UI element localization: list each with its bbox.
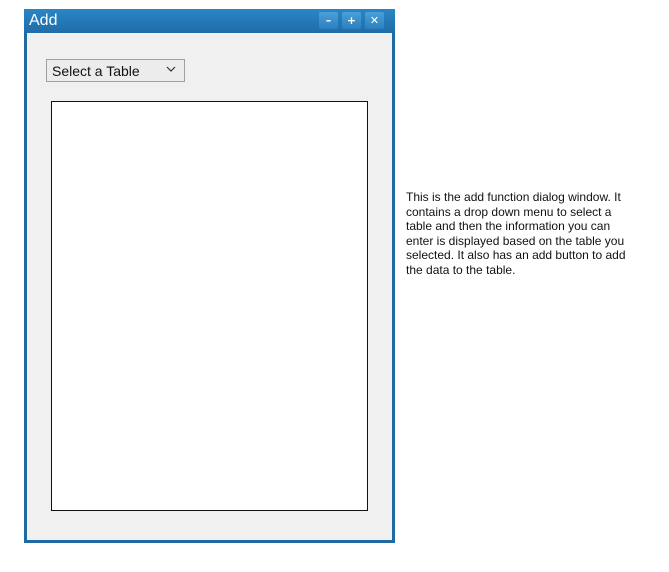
close-button[interactable]: ✕ (365, 12, 384, 29)
table-fields-panel (51, 101, 368, 511)
maximize-button[interactable]: + (342, 12, 361, 29)
annotation-note: This is the add function dialog window. … (406, 190, 626, 277)
minimize-button[interactable]: – (319, 12, 338, 29)
table-select-dropdown[interactable]: Select a Table (46, 59, 185, 82)
add-dialog-window: Add – + ✕ Select a Table (24, 9, 395, 543)
table-select-value: Select a Table (52, 63, 140, 79)
chevron-down-icon (166, 66, 176, 72)
title-bar[interactable]: Add – + ✕ (24, 9, 395, 33)
window-title: Add (29, 12, 58, 29)
